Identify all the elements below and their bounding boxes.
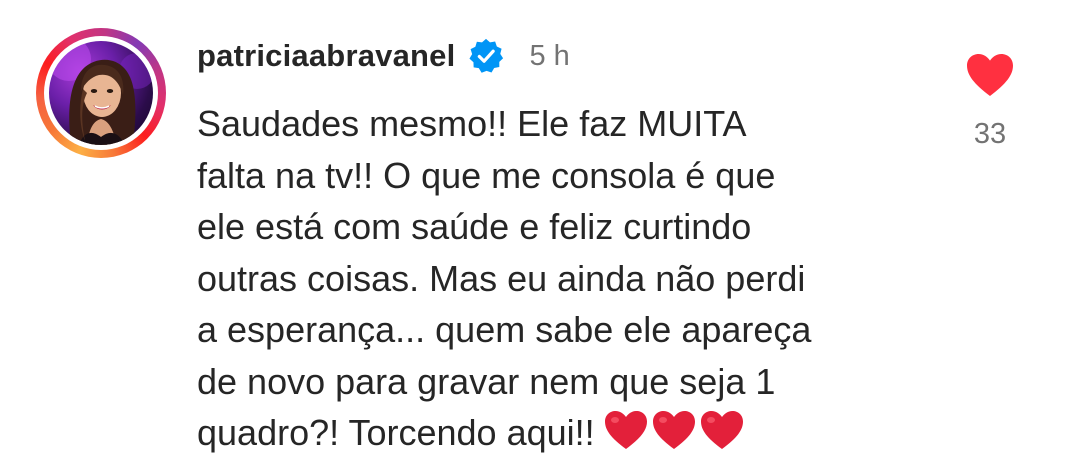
red-heart-emoji — [604, 411, 647, 449]
comment-line: Saudades mesmo!! Ele faz MUITA — [197, 103, 747, 144]
comment-last-line: quadro?! Torcendo aqui!! — [197, 407, 917, 465]
avatar[interactable] — [49, 41, 153, 145]
like-count[interactable]: 33 — [955, 118, 1025, 151]
avatar-border — [44, 36, 158, 150]
comment-line: quadro?! Torcendo aqui!! — [197, 412, 595, 453]
heart-filled-icon[interactable] — [965, 52, 1015, 98]
comment: patriciaabravanel 5 h Saudades mesmo!! E… — [0, 0, 1080, 453]
story-ring[interactable] — [36, 28, 166, 158]
emoji-group — [603, 409, 747, 465]
avatar-photo — [49, 41, 153, 145]
timestamp: 5 h — [529, 39, 570, 72]
username[interactable]: patriciaabravanel — [197, 38, 455, 74]
comment-header: patriciaabravanel 5 h — [197, 34, 570, 78]
comment-body: Saudades mesmo!! Ele faz MUITA falta na … — [197, 98, 917, 465]
comment-line: de novo para gravar nem que seja 1 — [197, 360, 776, 402]
comment-line: outras coisas. Mas eu ainda não perdi — [197, 257, 806, 299]
like-area: 33 — [955, 52, 1025, 151]
comment-line: ele está com saúde e feliz curtindo — [197, 206, 752, 247]
red-heart-emoji — [652, 411, 695, 449]
verified-badge-icon — [467, 37, 505, 75]
comment-line: a esperança... quem sabe ele apareça — [197, 309, 812, 350]
comment-line: falta na tv!! O que me consola é que — [197, 154, 776, 196]
red-heart-emoji — [700, 411, 743, 449]
